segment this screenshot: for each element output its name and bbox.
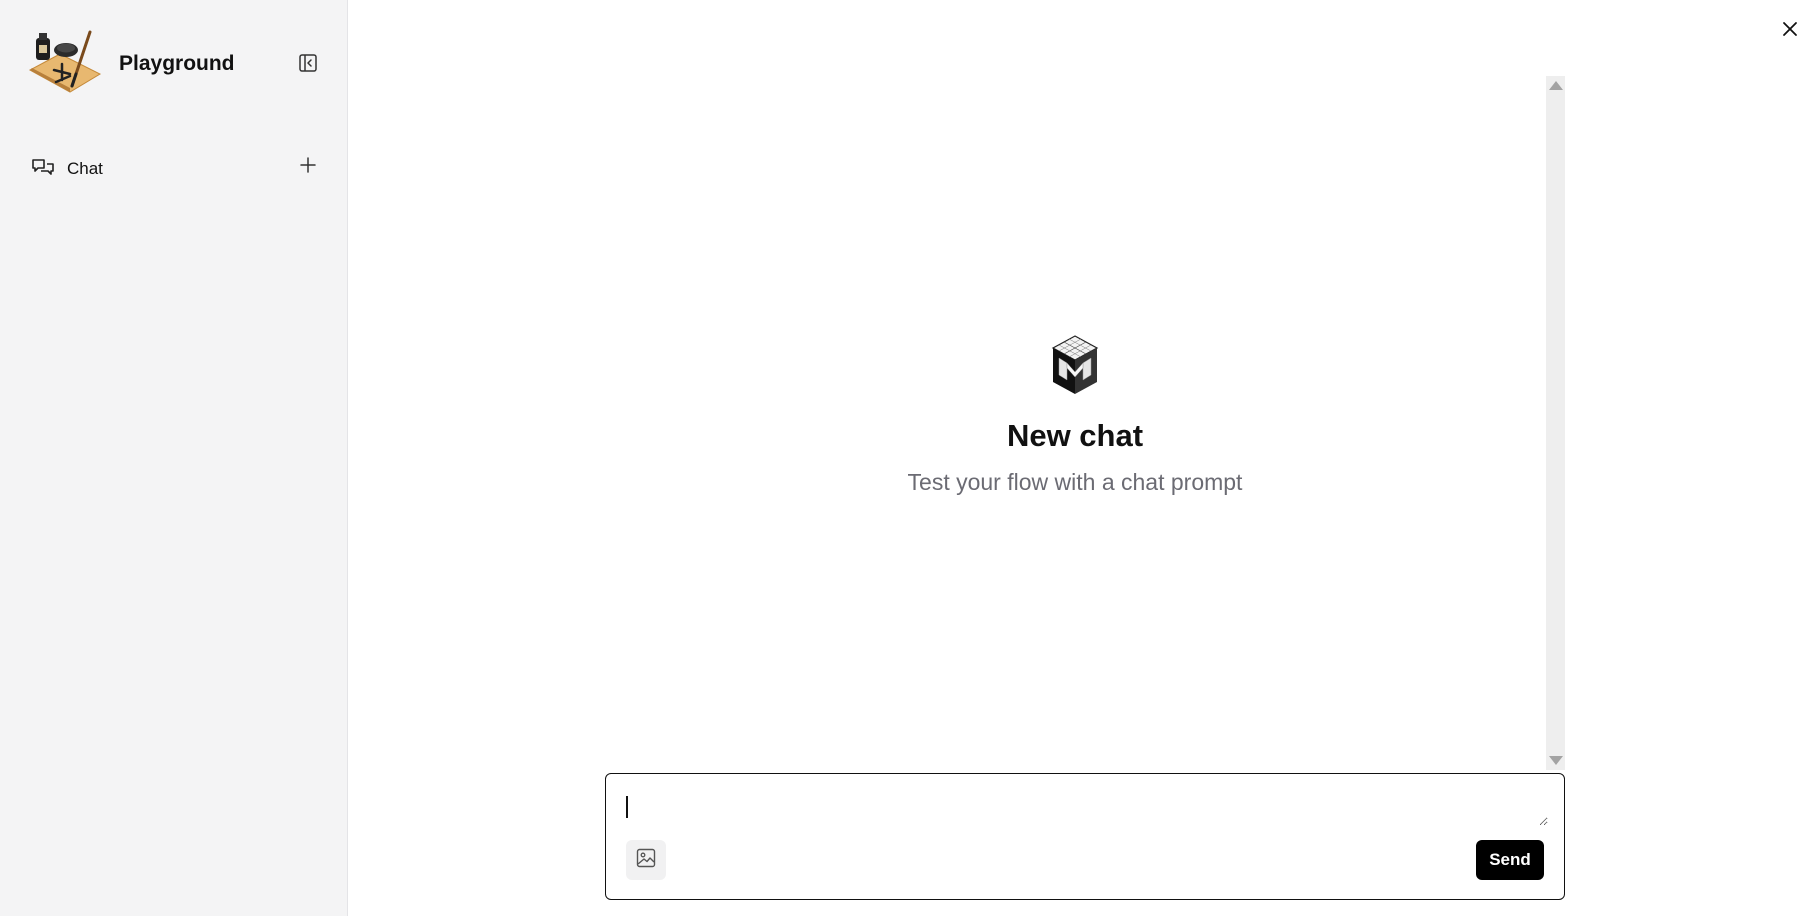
cube-logo-icon: [1049, 334, 1101, 396]
close-button[interactable]: [1777, 18, 1803, 44]
ink-brush-logo-icon: [26, 30, 102, 94]
image-upload-icon: [636, 848, 656, 873]
chat-bubbles-icon: [30, 156, 56, 182]
add-chat-button[interactable]: [296, 155, 320, 179]
messages-scrollbar[interactable]: [1546, 76, 1565, 770]
sidebar-collapse-button[interactable]: [295, 52, 321, 78]
close-icon: [1782, 21, 1798, 42]
sidebar: Playground Chat: [0, 0, 348, 916]
empty-state-subtitle: Test your flow with a chat prompt: [907, 469, 1243, 495]
empty-state-title: New chat: [1006, 418, 1144, 453]
sidebar-item-chat[interactable]: Chat: [30, 152, 320, 186]
sidebar-collapse-icon: [299, 53, 317, 77]
sidebar-item-label: Chat: [67, 159, 103, 178]
empty-state: New chat Test your flow with a chat prom…: [870, 334, 1280, 496]
plus-icon: [300, 156, 316, 178]
chat-input[interactable]: [624, 788, 1548, 826]
send-button[interactable]: Send: [1476, 840, 1544, 880]
image-upload-button[interactable]: [626, 840, 666, 880]
scroll-up-arrow-icon[interactable]: [1549, 81, 1563, 90]
chat-composer: Send: [605, 773, 1565, 900]
app-title: Playground: [119, 52, 235, 75]
text-caret: [626, 796, 628, 818]
scroll-down-arrow-icon[interactable]: [1549, 756, 1563, 765]
playground-window: Playground Chat New chat Test your flow …: [0, 0, 1813, 916]
